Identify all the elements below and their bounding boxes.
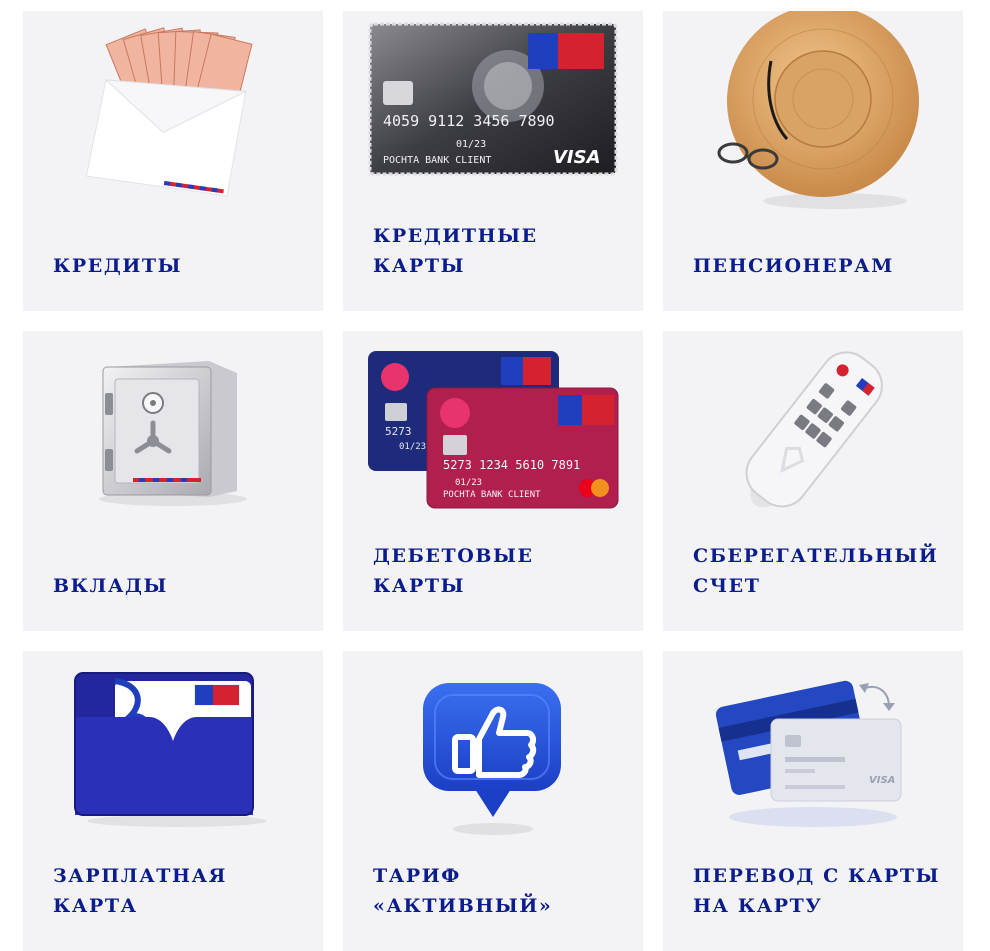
tile-credits[interactable]: КРЕДИТЫ	[23, 11, 323, 311]
tile-pensioners[interactable]: ПЕНСИОНЕРАМ	[663, 11, 963, 311]
envelope-money-icon	[23, 11, 323, 211]
debit-card-holder: POCHTA BANK CLIENT	[443, 490, 541, 500]
products-grid: КРЕДИТЫ 4059 9112 3456 7890 01/23 POCHTA…	[0, 0, 990, 951]
credit-card-expiry: 01/23	[456, 139, 486, 150]
safe-icon	[23, 331, 323, 531]
tile-credit-cards[interactable]: 4059 9112 3456 7890 01/23 POCHTA BANK CL…	[343, 11, 643, 311]
debit-cards-icon: 5273 01/23 5273 1234 5610 7891 01/23 POC…	[343, 331, 643, 531]
tile-deposits[interactable]: ВКЛАДЫ	[23, 331, 323, 631]
credit-card-icon: 4059 9112 3456 7890 01/23 POCHTA BANK CL…	[343, 11, 643, 211]
tile-active-tariff-label: ТАРИФ «АКТИВНЫЙ»	[373, 865, 553, 917]
debit-card-number: 5273 1234 5610 7891	[443, 458, 580, 472]
thumbs-up-icon	[343, 651, 643, 851]
tile-credits-label: КРЕДИТЫ	[53, 255, 183, 277]
tile-credit-cards-label: КРЕДИТНЫЕ КАРТЫ	[373, 225, 538, 277]
tile-debit-cards[interactable]: 5273 01/23 5273 1234 5610 7891 01/23 POC…	[343, 331, 643, 631]
card-wallet-icon	[23, 651, 323, 851]
straw-hat-icon	[663, 11, 963, 211]
tile-salary-card[interactable]: ЗАРПЛАТНАЯ КАРТА	[23, 651, 323, 951]
tile-card-transfer-label: ПЕРЕВОД С КАРТЫ НА КАРТУ	[693, 865, 941, 917]
tile-pensioners-label: ПЕНСИОНЕРАМ	[693, 255, 894, 277]
credit-card-number: 4059 9112 3456 7890	[383, 112, 555, 130]
card-transfer-icon: VISA	[663, 651, 963, 851]
debit-card-back-expiry: 01/23	[399, 442, 426, 452]
visa-logo: VISA	[869, 775, 895, 786]
remote-control-icon	[663, 331, 963, 531]
debit-card-back-number: 5273	[385, 425, 412, 438]
visa-logo: VISA	[553, 147, 601, 168]
tile-active-tariff[interactable]: ТАРИФ «АКТИВНЫЙ»	[343, 651, 643, 951]
tile-savings-account[interactable]: СБЕРЕГАТЕЛЬНЫЙ СЧЕТ	[663, 331, 963, 631]
tile-salary-card-label: ЗАРПЛАТНАЯ КАРТА	[53, 865, 228, 917]
tile-deposits-label: ВКЛАДЫ	[53, 575, 168, 597]
tile-savings-account-label: СБЕРЕГАТЕЛЬНЫЙ СЧЕТ	[693, 545, 939, 597]
credit-card-holder: POCHTA BANK CLIENT	[383, 155, 491, 166]
debit-card-expiry: 01/23	[455, 478, 482, 488]
tile-debit-cards-label: ДЕБЕТОВЫЕ КАРТЫ	[373, 545, 534, 597]
tile-card-transfer[interactable]: VISA ПЕРЕВОД С КАРТЫ НА КАРТУ	[663, 651, 963, 951]
